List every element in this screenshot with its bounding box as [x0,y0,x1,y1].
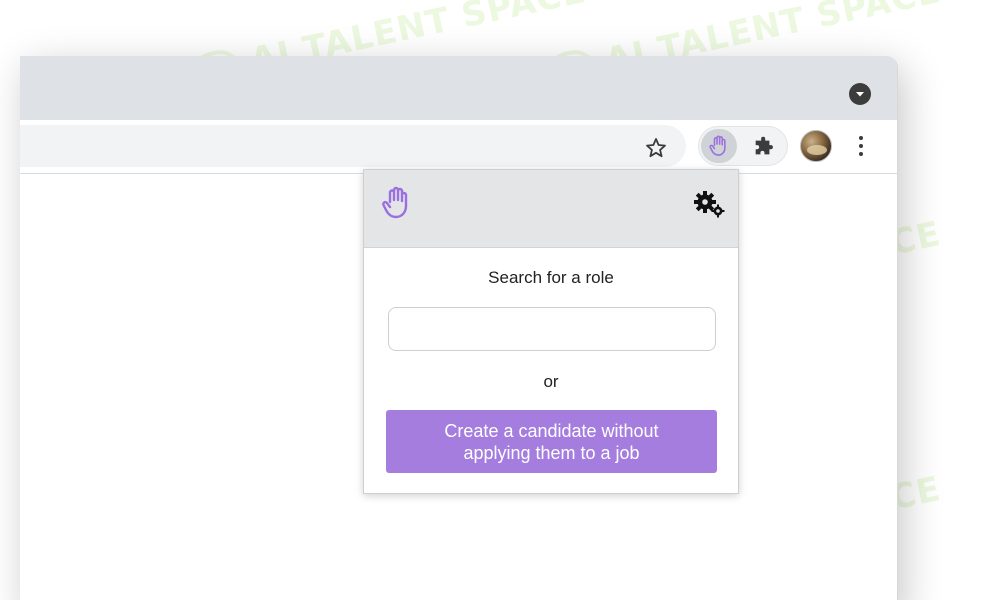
chevron-down-icon[interactable] [849,83,871,105]
gears-icon[interactable] [692,190,726,218]
raised-hand-icon [382,186,408,219]
puzzle-icon[interactable] [749,133,777,161]
extensions-group [698,126,788,166]
tab-strip [20,56,897,120]
popup-header [364,170,738,248]
vertical-dots-icon[interactable] [856,134,866,158]
search-input[interactable] [388,307,716,351]
raised-hand-icon[interactable] [701,129,737,163]
search-label: Search for a role [488,268,614,287]
or-separator: or [543,372,559,391]
browser-toolbar [20,120,897,174]
create-candidate-button[interactable]: Create a candidate without applying them… [386,410,717,473]
address-bar[interactable] [20,125,686,167]
star-icon[interactable] [644,136,668,160]
extension-popup: Search for a role or Create a candidate … [363,169,739,494]
avatar[interactable] [800,130,832,162]
